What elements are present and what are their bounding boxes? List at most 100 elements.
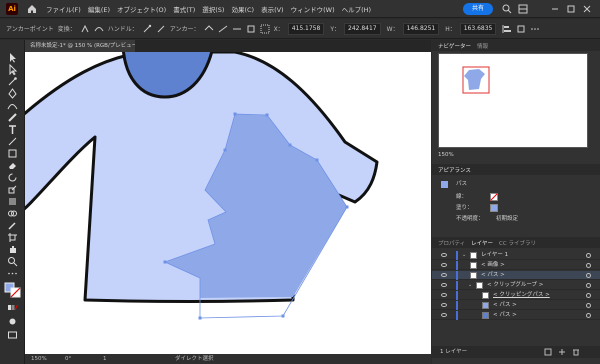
visibility-eye-icon[interactable]	[441, 273, 447, 277]
pencil-tool-icon[interactable]	[7, 112, 18, 123]
handle-icon[interactable]	[142, 24, 152, 34]
cut-path-icon[interactable]	[218, 24, 228, 34]
menu-type[interactable]: 書式(T)	[173, 4, 195, 14]
target-icon[interactable]	[586, 273, 591, 278]
layer-name[interactable]: < クリップグループ >	[487, 281, 543, 290]
convert-smooth-icon[interactable]	[94, 24, 104, 34]
rectangle-tool-icon[interactable]	[7, 148, 18, 159]
menu-file[interactable]: ファイル(F)	[46, 4, 81, 14]
fill-stroke-icon[interactable]	[4, 282, 22, 298]
align-icon[interactable]	[502, 24, 512, 34]
visibility-eye-icon[interactable]	[441, 313, 447, 317]
handle-hide-icon[interactable]	[156, 24, 166, 34]
layer-row[interactable]: < 画像 >	[432, 261, 600, 270]
menu-select[interactable]: 選択(S)	[202, 4, 224, 14]
expand-arrow-icon[interactable]: ⌄	[468, 281, 472, 290]
artwork[interactable]	[25, 52, 431, 354]
target-icon[interactable]	[586, 293, 591, 298]
stroke-row[interactable]: 線：	[432, 192, 600, 202]
pen-tool-icon[interactable]	[7, 88, 18, 99]
arrange-icon[interactable]	[518, 4, 528, 14]
close-icon[interactable]	[582, 4, 592, 14]
y-field[interactable]: 242.8417	[344, 22, 381, 35]
layer-name[interactable]: < クリッピングパス >	[493, 291, 550, 300]
layer-row[interactable]: < クリッピングパス >	[432, 291, 600, 300]
zoom-tool-icon[interactable]	[7, 256, 18, 267]
visibility-eye-icon[interactable]	[441, 253, 447, 257]
minimize-icon[interactable]	[550, 4, 560, 14]
eyedropper-tool-icon[interactable]	[7, 220, 18, 231]
type-tool-icon[interactable]	[7, 124, 18, 135]
artboard-number[interactable]: 1	[103, 354, 107, 364]
edit-toolbar-icon[interactable]	[7, 268, 18, 279]
menu-effect[interactable]: 効果(C)	[231, 4, 254, 14]
color-mode-icon[interactable]	[7, 302, 18, 313]
fill-swatch[interactable]	[490, 204, 498, 212]
home-icon[interactable]	[26, 3, 38, 15]
menu-edit[interactable]: 編集(E)	[88, 4, 110, 14]
eraser-tool-icon[interactable]	[7, 160, 18, 171]
menu-object[interactable]: オブジェクト(O)	[117, 4, 166, 14]
document-tab[interactable]: 名称未設定-1* @ 150 % (RGB/プレビュー)	[25, 40, 135, 52]
layer-name[interactable]: < パス >	[493, 311, 517, 320]
target-icon[interactable]	[586, 303, 591, 308]
expand-arrow-icon[interactable]: ⌄	[462, 251, 466, 260]
navigator-zoom[interactable]: 150%	[438, 152, 454, 158]
x-field[interactable]: 415.1758	[287, 22, 325, 35]
menu-window[interactable]: ウィンドウ(W)	[291, 4, 335, 14]
rotation-angle[interactable]: 0°	[65, 354, 71, 364]
layer-row[interactable]: ⌄ < クリップグループ >	[432, 281, 600, 290]
layer-name[interactable]: レイヤー 1	[481, 251, 508, 260]
opacity-row[interactable]: 不透明度： 初期設定	[432, 214, 600, 224]
direct-selection-tool-icon[interactable]	[7, 64, 18, 75]
target-icon[interactable]	[586, 283, 591, 288]
artboard-tool-icon[interactable]	[7, 232, 18, 243]
curvature-tool-icon[interactable]	[7, 100, 18, 111]
fill-row[interactable]: 塗り：	[432, 203, 600, 213]
navigator-preview[interactable]	[438, 53, 588, 148]
gradient-tool-icon[interactable]	[7, 196, 18, 207]
layer-name[interactable]: < 画像 >	[481, 261, 505, 270]
stroke-none-swatch[interactable]	[490, 193, 498, 201]
layer-row[interactable]: < パス >	[432, 271, 600, 280]
visibility-eye-icon[interactable]	[441, 303, 447, 307]
select-similar-icon[interactable]	[260, 24, 270, 34]
draw-mode-icon[interactable]	[7, 316, 18, 327]
isolate-icon[interactable]	[246, 24, 256, 34]
maximize-icon[interactable]	[566, 4, 576, 14]
w-field[interactable]: 146.8251	[402, 22, 440, 35]
magic-wand-tool-icon[interactable]	[7, 76, 18, 87]
delete-icon[interactable]	[572, 348, 580, 356]
share-button[interactable]: 共有	[463, 3, 493, 15]
hand-tool-icon[interactable]	[7, 244, 18, 255]
zoom-level[interactable]: 150%	[31, 354, 47, 364]
remove-anchor-icon[interactable]	[204, 24, 214, 34]
join-icon[interactable]	[232, 24, 242, 34]
tab-properties[interactable]: プロパティ	[438, 239, 465, 247]
transform-icon[interactable]	[516, 24, 526, 34]
appearance-title[interactable]: アピアランス	[438, 166, 471, 174]
visibility-eye-icon[interactable]	[441, 293, 447, 297]
opacity-value[interactable]: 初期設定	[496, 214, 518, 224]
target-icon[interactable]	[586, 253, 591, 258]
h-field[interactable]: 163.6835	[459, 22, 497, 35]
tab-info[interactable]: 情報	[477, 42, 488, 50]
canvas[interactable]	[25, 52, 431, 354]
selection-tool-icon[interactable]	[7, 52, 18, 63]
tab-cc-libraries[interactable]: CC ライブラリ	[499, 239, 536, 247]
rotate-tool-icon[interactable]	[7, 172, 18, 183]
layer-row[interactable]: < パス >	[432, 311, 600, 320]
menu-help[interactable]: ヘルプ(H)	[342, 4, 371, 14]
visibility-eye-icon[interactable]	[441, 283, 447, 287]
visibility-eye-icon[interactable]	[441, 263, 447, 267]
target-icon[interactable]	[586, 313, 591, 318]
line-tool-icon[interactable]	[7, 136, 18, 147]
more-options-icon[interactable]	[530, 24, 540, 34]
layer-row[interactable]: < パス >	[432, 301, 600, 310]
menu-view[interactable]: 表示(V)	[261, 4, 284, 14]
layer-name[interactable]: < パス >	[481, 271, 505, 280]
convert-corner-icon[interactable]	[80, 24, 90, 34]
screen-mode-icon[interactable]	[7, 330, 18, 341]
tab-layers[interactable]: レイヤー	[471, 239, 493, 247]
shape-builder-tool-icon[interactable]	[7, 208, 18, 219]
